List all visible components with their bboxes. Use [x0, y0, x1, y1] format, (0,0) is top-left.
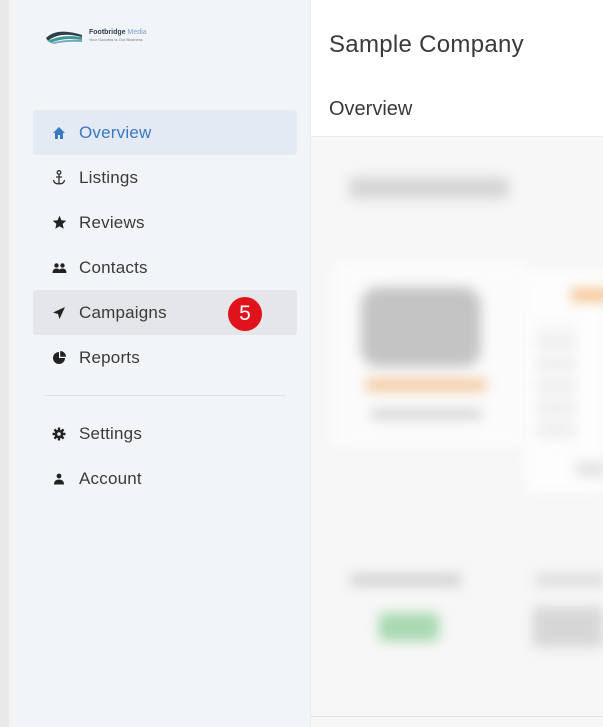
page-header: Overview — [311, 86, 603, 137]
company-name: Sample Company — [329, 31, 524, 58]
top-header: Sample Company — [311, 0, 603, 87]
blurred-big-number — [361, 287, 481, 367]
dashboard-content-blurred — [311, 137, 603, 727]
sidebar-item-label: Contacts — [79, 257, 148, 277]
brand-tagline: Your Success Is Our Business — [89, 36, 143, 42]
sidebar-item-label: Reports — [79, 347, 140, 367]
sidebar-item-contacts[interactable]: Contacts — [33, 245, 297, 290]
sidebar-item-label: Settings — [79, 423, 143, 443]
notification-badge: 5 — [228, 297, 262, 331]
send-icon — [51, 305, 67, 321]
home-icon — [51, 125, 67, 141]
gear-icon — [51, 426, 67, 442]
sidebar: Footbridge Media Your Success Is Our Bus… — [9, 0, 311, 727]
blurred-lines — [536, 322, 576, 442]
blurred-button — [576, 462, 603, 476]
brand-logo[interactable]: Footbridge Media Your Success Is Our Bus… — [45, 26, 147, 44]
sidebar-item-label: Account — [79, 468, 142, 488]
page-title: Overview — [329, 98, 413, 120]
sidebar-item-settings[interactable]: Settings — [33, 411, 297, 456]
blurred-label-2 — [536, 574, 603, 586]
window-edge — [0, 0, 9, 727]
blurred-label — [351, 574, 461, 586]
sidebar-item-label: Overview — [79, 122, 152, 142]
sidebar-item-reports[interactable]: Reports — [33, 335, 297, 380]
sidebar-item-listings[interactable]: Listings — [33, 155, 297, 200]
sidebar-item-campaigns[interactable]: Campaigns 5 — [33, 290, 297, 335]
sidebar-item-overview[interactable]: Overview — [33, 110, 297, 155]
blurred-orange-bar — [366, 379, 486, 391]
star-icon — [51, 215, 67, 231]
blurred-orange-tag — [571, 289, 603, 301]
anchor-icon — [51, 170, 67, 186]
brand-name: Footbridge Media — [89, 28, 147, 36]
blurred-heading — [349, 177, 509, 199]
main-navigation: Overview Listings Reviews Contacts Campa… — [33, 110, 297, 501]
bridge-logo-icon — [46, 31, 82, 44]
sidebar-item-reviews[interactable]: Reviews — [33, 200, 297, 245]
sidebar-item-label: Campaigns — [79, 302, 167, 322]
blurred-block — [533, 607, 603, 647]
sidebar-item-label: Listings — [79, 167, 139, 187]
pie-chart-icon — [51, 350, 67, 366]
users-icon — [51, 260, 67, 276]
content-divider — [311, 716, 603, 717]
user-icon — [51, 471, 67, 487]
blurred-green-badge — [379, 613, 439, 641]
blurred-caption — [371, 409, 481, 419]
sidebar-item-account[interactable]: Account — [33, 456, 297, 501]
nav-divider — [45, 395, 285, 396]
sidebar-item-label: Reviews — [79, 212, 145, 232]
